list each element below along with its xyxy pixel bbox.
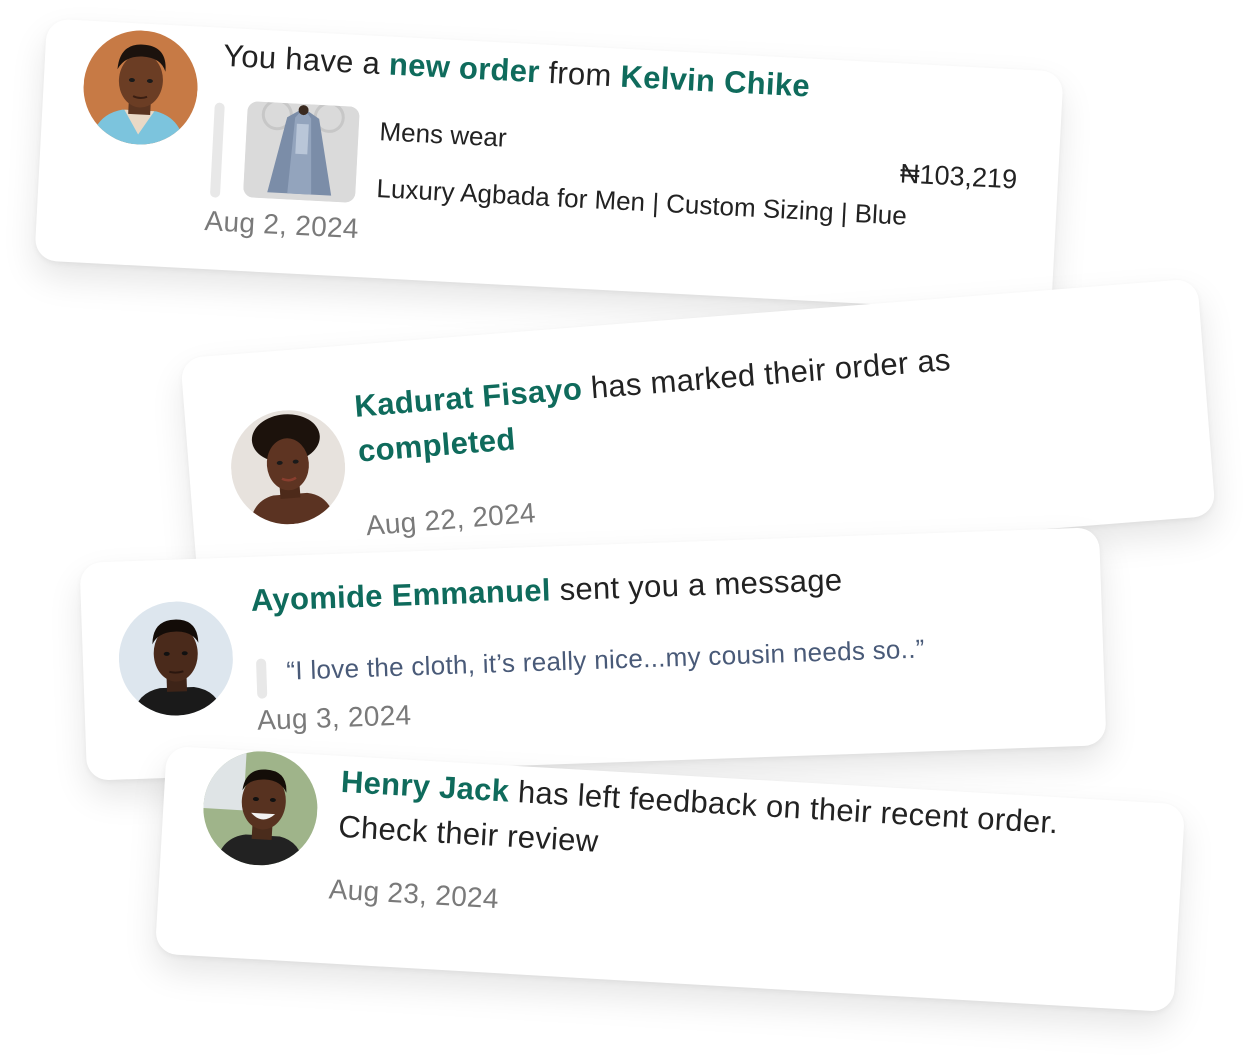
product-name[interactable]: Luxury Agbada for Men | Custom Sizing | … <box>376 173 908 232</box>
customer-name-link[interactable]: Kadurat Fisayo <box>353 371 583 424</box>
new-order-link[interactable]: new order <box>388 47 540 90</box>
notification-date: Aug 3, 2024 <box>256 699 412 736</box>
notification-date: Aug 22, 2024 <box>364 497 537 542</box>
product-category: Mens wear <box>378 116 508 153</box>
sender-name-link[interactable]: Ayomide Emmanuel <box>250 572 551 617</box>
customer-name-link[interactable]: Kelvin Chike <box>620 59 811 104</box>
completed-headline: Kadurat Fisayo has marked their order as… <box>353 342 952 469</box>
status-completed: completed <box>356 421 517 469</box>
notification-card-message[interactable]: Ayomide Emmanuel sent you a message “I l… <box>79 527 1107 781</box>
product-thumbnail[interactable] <box>242 101 360 203</box>
avatar-kadurat-fisayo <box>226 405 350 529</box>
feedback-headline: Henry Jack has left feedback on their re… <box>337 763 1060 859</box>
product-price: ₦103,219 <box>899 158 1018 195</box>
notification-stack: You have a new order from Kelvin Chike M… <box>0 0 1245 1062</box>
message-headline: Ayomide Emmanuel sent you a message <box>250 562 843 618</box>
order-headline: You have a new order from Kelvin Chike <box>222 37 811 104</box>
avatar-henry-jack <box>200 748 321 869</box>
customer-name-link[interactable]: Henry Jack <box>340 764 510 809</box>
quote-bar <box>209 102 225 198</box>
notification-card-new-order[interactable]: You have a new order from Kelvin Chike M… <box>34 18 1064 314</box>
message-preview[interactable]: “I love the cloth, it’s really nice...my… <box>286 633 925 686</box>
notification-card-feedback[interactable]: Henry Jack has left feedback on their re… <box>154 745 1186 1013</box>
notification-date: Aug 2, 2024 <box>203 205 360 245</box>
avatar-kelvin-chike <box>80 27 201 148</box>
avatar-ayomide-emmanuel <box>116 599 235 718</box>
quote-bar <box>255 658 268 699</box>
notification-date: Aug 23, 2024 <box>327 873 500 915</box>
